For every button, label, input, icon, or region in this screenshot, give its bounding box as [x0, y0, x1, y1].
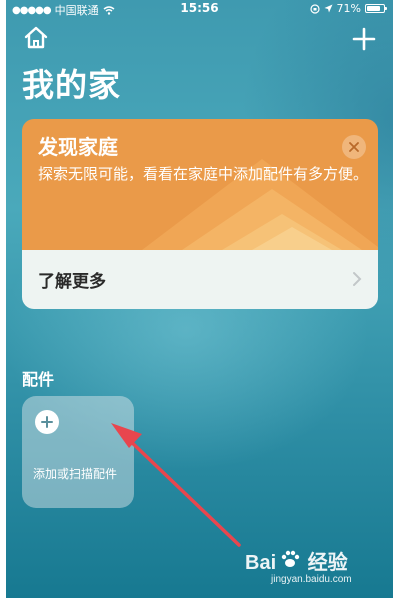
baidu-watermark: Bai 经验 jingyan.baidu.com	[237, 546, 387, 590]
home-button[interactable]	[22, 24, 50, 52]
close-icon	[349, 142, 359, 152]
card-description: 探索无限可能，看看在家庭中添加配件有多方便。	[38, 165, 369, 183]
plus-circle-icon	[35, 410, 59, 434]
watermark-logo: Bai 经验	[245, 552, 348, 574]
add-accessory-tile[interactable]: 添加或扫描配件	[22, 396, 134, 508]
lock-rotation-icon	[309, 3, 320, 14]
battery-percent: 71%	[336, 2, 361, 15]
location-icon	[324, 4, 333, 13]
phone-screen: ●●●●● 中国联通 15:56 71% 我的家 发现家庭 探索无限可能，看看在…	[6, 0, 393, 598]
plus-icon	[352, 27, 376, 51]
discover-home-card[interactable]: 发现家庭 探索无限可能，看看在家庭中添加配件有多方便。 了解更多	[22, 119, 378, 309]
home-icon	[24, 26, 48, 49]
chevron-right-icon	[353, 272, 362, 286]
learn-more-link[interactable]: 了解更多	[38, 267, 106, 292]
add-button[interactable]	[349, 24, 379, 54]
status-right: 71%	[309, 2, 387, 15]
battery-icon	[365, 4, 387, 13]
card-title: 发现家庭	[38, 135, 118, 159]
watermark-url: jingyan.baidu.com	[271, 574, 352, 585]
status-bar: ●●●●● 中国联通 15:56 71%	[6, 0, 393, 18]
accessories-section-label: 配件	[22, 370, 55, 389]
add-accessory-label: 添加或扫描配件	[33, 467, 118, 481]
card-close-button[interactable]	[342, 135, 366, 159]
page-title: 我的家	[22, 66, 122, 104]
card-banner: 发现家庭 探索无限可能，看看在家庭中添加配件有多方便。	[22, 119, 378, 250]
learn-more-row[interactable]: 了解更多	[22, 250, 378, 309]
